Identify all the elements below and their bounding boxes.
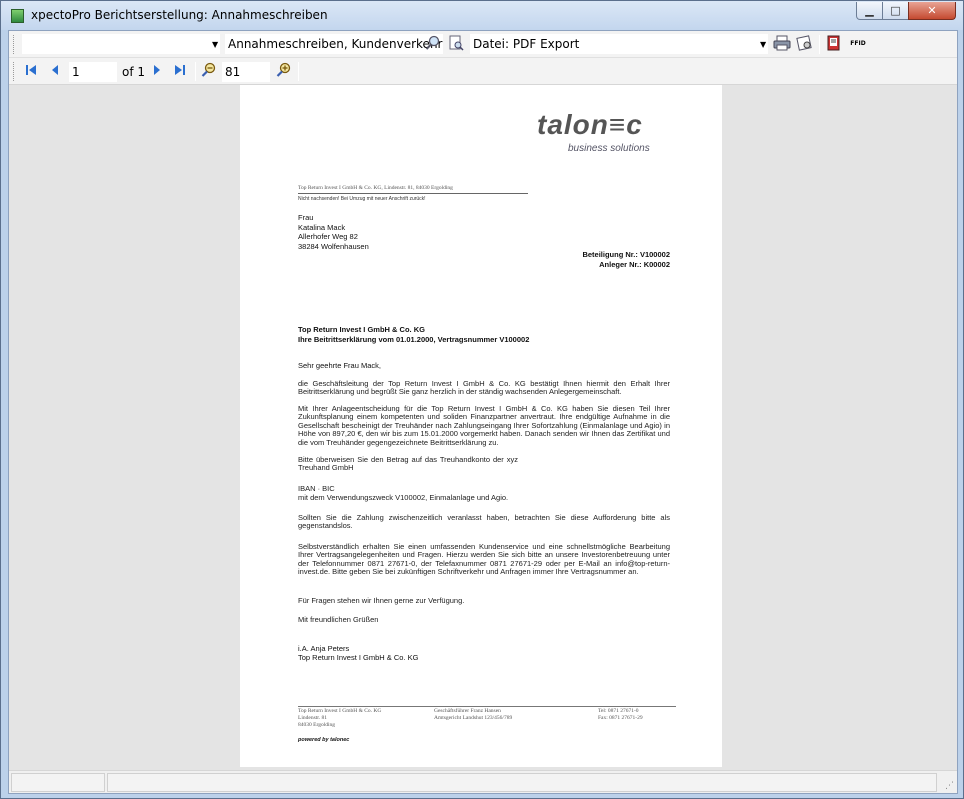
print-icon[interactable] <box>773 35 791 53</box>
ffid-button[interactable]: FFID <box>847 35 869 53</box>
paragraph: Selbstverständlich erhalten Sie einen um… <box>298 542 670 577</box>
maximize-button[interactable]: □ <box>882 2 909 20</box>
zoom-in-icon[interactable] <box>275 62 293 80</box>
paragraph: Mit Ihrer Anlageentscheidung für die Top… <box>298 404 670 447</box>
footer-line: Top Return Invest I GmbH & Co. KG <box>298 708 382 714</box>
paragraph: Bitte überweisen Sie den Betrag auf das … <box>298 455 518 473</box>
divider <box>298 193 528 194</box>
report-viewer[interactable]: talon≡c business solutions Top Return In… <box>9 85 957 770</box>
status-panel <box>107 773 937 792</box>
zoom-out-icon[interactable] <box>200 62 218 80</box>
chevron-down-icon[interactable]: ▼ <box>760 40 766 49</box>
toolbar-grip[interactable] <box>13 62 17 81</box>
first-page-icon[interactable] <box>22 62 40 80</box>
return-notice: Nicht nachsenden! Bei Umzug mit neuer An… <box>298 196 426 202</box>
application-window: xpectoPro Berichtserstellung: Annahmesch… <box>0 0 964 799</box>
footer-contact: Tel: 0871 27671-0 Fax: 0871 27671-29 <box>598 708 643 722</box>
toolbar-separator <box>195 62 196 81</box>
paragraph: mit dem Verwendungszweck V100002, Einmal… <box>298 493 509 502</box>
signature: i.A. Anja Peters Top Return Invest I Gmb… <box>298 644 418 662</box>
close-button[interactable]: ✕ <box>908 2 956 20</box>
chevron-down-icon[interactable]: ▼ <box>212 40 218 49</box>
footer-line: Amtsgericht Landshut 123/456/789 <box>434 715 513 721</box>
footer-line: 84030 Ergolding <box>298 722 336 728</box>
paragraph: die Geschäftsleitung der Top Return Inve… <box>298 379 670 397</box>
search-icon[interactable] <box>424 35 442 53</box>
reference-block: Beteiligung Nr.: V100002 Anleger Nr.: K0… <box>530 250 670 269</box>
toolbar-separator <box>819 35 820 54</box>
footer-divider <box>298 706 676 707</box>
report-select[interactable] <box>21 33 221 55</box>
page-count-label: of 1 <box>122 65 146 79</box>
footer-line: Geschäftsführer Franz Hansen <box>434 708 501 714</box>
recipient-line: Frau <box>298 213 314 222</box>
next-page-icon[interactable] <box>148 62 166 80</box>
salutation: Sehr geehrte Frau Mack, <box>298 361 381 370</box>
search-input[interactable]: Annahmeschreiben, Kundenverkehr <box>224 33 444 55</box>
investor-number: Anleger Nr.: K00002 <box>599 259 670 269</box>
footer-company: Top Return Invest I GmbH & Co. KG Linden… <box>298 708 381 729</box>
report-page: talon≡c business solutions Top Return In… <box>240 85 722 767</box>
page-number-input[interactable]: 1 <box>68 61 118 83</box>
resize-grip-icon[interactable]: ⋰ <box>945 781 954 791</box>
status-bar: ⋰ <box>9 770 957 793</box>
participation-number: Beteiligung Nr.: V100002 <box>582 250 670 259</box>
sender-line: Top Return Invest I GmbH & Co. KG, Linde… <box>298 185 453 191</box>
subject: Top Return Invest I GmbH & Co. KG Ihre B… <box>298 325 529 344</box>
recipient-address: Frau Katalina Mack Allerhofer Weg 82 382… <box>298 213 369 251</box>
export-document-icon[interactable] <box>825 35 843 53</box>
signature-line: Top Return Invest I GmbH & Co. KG <box>298 653 419 662</box>
preview-icon[interactable] <box>447 35 465 53</box>
footer-line: Lindenstr. 81 <box>298 715 328 721</box>
logo-text: talon≡c <box>537 109 643 140</box>
toolbar-separator <box>298 62 299 81</box>
recipient-line: Katalina Mack <box>298 222 346 232</box>
report-toolbar: ▼ Annahmeschreiben, Kundenverkehr Datei:… <box>9 31 957 58</box>
powered-by: powered by talonec <box>298 737 350 743</box>
page-setup-icon[interactable] <box>795 35 813 53</box>
footer-line: Tel: 0871 27671-0 <box>598 708 639 714</box>
paragraph: Für Fragen stehen wir Ihnen gerne zur Ve… <box>298 596 465 605</box>
signature-line: i.A. Anja Peters <box>298 644 350 653</box>
previous-page-icon[interactable] <box>46 62 64 80</box>
subject-line: Ihre Beitrittserklärung vom 01.01.2000, … <box>298 334 530 344</box>
toolbar-grip[interactable] <box>13 35 17 54</box>
minimize-button[interactable]: ▁ <box>856 2 883 20</box>
last-page-icon[interactable] <box>171 62 189 80</box>
client-area: ▼ Annahmeschreiben, Kundenverkehr Datei:… <box>8 30 958 794</box>
subject-line: Top Return Invest I GmbH & Co. KG <box>298 325 425 334</box>
footer-management: Geschäftsführer Franz Hansen Amtsgericht… <box>434 708 512 722</box>
recipient-line: 38284 Wolfenhausen <box>298 241 369 251</box>
logo-tagline: business solutions <box>568 143 650 154</box>
recipient-line: Allerhofer Weg 82 <box>298 232 358 241</box>
paragraph: Mit freundlichen Grüßen <box>298 615 379 624</box>
app-icon <box>11 9 24 23</box>
status-panel <box>11 773 105 792</box>
export-format-select[interactable]: Datei: PDF Export <box>469 33 769 55</box>
zoom-level-input[interactable]: 81 <box>221 61 271 83</box>
paragraph: Sollten Sie die Zahlung zwischenzeitlich… <box>298 513 670 531</box>
navigation-toolbar: 1 of 1 81 <box>9 58 957 85</box>
window-title: xpectoPro Berichtserstellung: Annahmesch… <box>31 8 328 22</box>
title-bar: xpectoPro Berichtserstellung: Annahmesch… <box>1 1 963 30</box>
footer-line: Fax: 0871 27671-29 <box>598 715 643 721</box>
